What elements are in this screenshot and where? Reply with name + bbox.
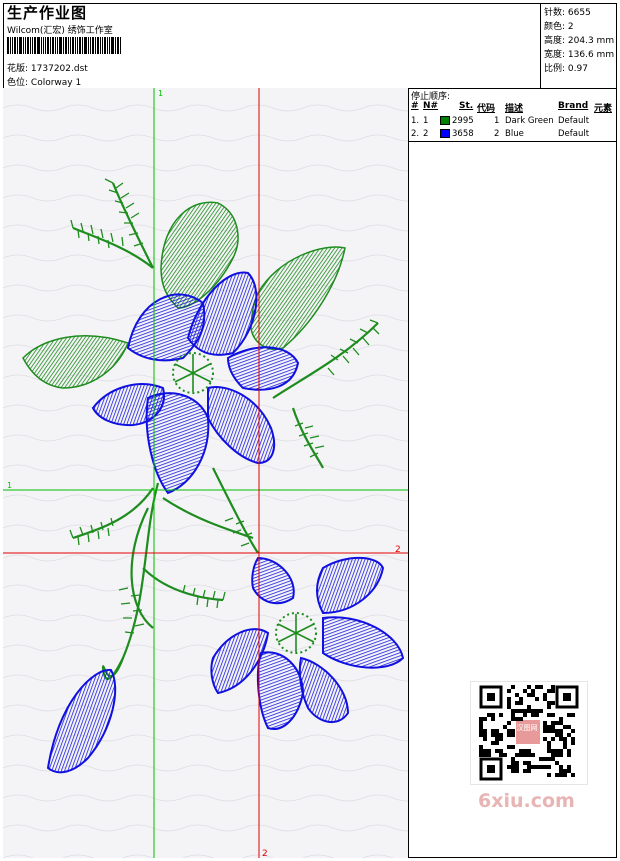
design-canvas: 1 1 2 2 xyxy=(3,88,409,858)
col-header-num: # xyxy=(411,101,419,111)
col-header-code: 代码 xyxy=(477,104,496,114)
color-swatch xyxy=(440,129,450,138)
table-row-code: 2 xyxy=(494,129,500,139)
qr-badge-label: 汉图网 xyxy=(516,724,538,732)
watermark-text: 6xiu.com xyxy=(478,790,575,812)
table-row-description: Dark Green xyxy=(505,116,554,126)
file-label: 花版: xyxy=(7,64,29,74)
stat-height: 高度: 204.3 mm xyxy=(544,33,614,46)
stat-scale-label: 比例: xyxy=(544,64,566,74)
stat-height-value: 204.3 mm xyxy=(567,36,615,46)
embroidery-design: 1 1 2 2 xyxy=(3,88,408,858)
barcode-icon xyxy=(7,37,140,54)
table-row-description: Blue xyxy=(505,129,524,139)
guide-label-v-green: 1 xyxy=(158,89,163,98)
table-row-stitches: 3658 xyxy=(452,129,474,139)
colorway-name: Colorway 1 xyxy=(30,78,82,88)
table-row-num: 1. xyxy=(411,116,420,126)
stat-scale-value: 0.97 xyxy=(567,64,588,74)
stat-stitches-label: 针数: xyxy=(544,8,566,18)
table-row-brand: Default xyxy=(558,129,590,139)
table-row-num: 2. xyxy=(411,129,420,139)
stat-stitches-value: 6655 xyxy=(567,8,591,18)
stat-colors-value: 2 xyxy=(567,22,574,32)
stat-colors-label: 颜色: xyxy=(544,22,566,32)
table-row-brand: Default xyxy=(558,116,590,126)
stat-width: 宽度: 136.6 mm xyxy=(544,47,614,60)
stat-colors: 颜色: 2 xyxy=(544,19,574,32)
stat-scale: 比例: 0.97 xyxy=(544,61,588,74)
col-header-brand: Brand xyxy=(558,101,589,111)
company-name: Wilcom(汇宏) 绣饰工作室 xyxy=(7,26,113,36)
color-swatch xyxy=(440,116,450,125)
colorway-label: 色位: xyxy=(7,78,29,88)
file-line: 花版: 1737202.dst xyxy=(7,61,88,74)
colorway-line: 色位: Colorway 1 xyxy=(7,75,81,88)
stat-height-label: 高度: xyxy=(544,36,566,46)
qr-code-icon xyxy=(470,681,588,785)
table-row-code: 1 xyxy=(494,116,500,126)
col-header-element: 元素 xyxy=(594,104,613,114)
stat-stitches: 针数: 6655 xyxy=(544,5,591,18)
page-title: 生产作业图 xyxy=(7,4,88,22)
guide-label-h-green: 1 xyxy=(7,481,12,490)
table-row-n: 1 xyxy=(423,116,429,126)
table-row-n: 2 xyxy=(423,129,429,139)
stat-width-label: 宽度: xyxy=(544,50,566,60)
col-header-n: N# xyxy=(423,101,439,111)
guide-label-v-red: 2 xyxy=(262,849,268,858)
guide-label-h-red: 2 xyxy=(395,545,401,555)
file-name: 1737202.dst xyxy=(30,64,88,74)
col-header-description: 描述 xyxy=(505,104,524,114)
table-row-stitches: 2995 xyxy=(452,116,474,126)
stat-width-value: 136.6 mm xyxy=(567,50,615,60)
col-header-stitches: St. xyxy=(459,101,474,111)
